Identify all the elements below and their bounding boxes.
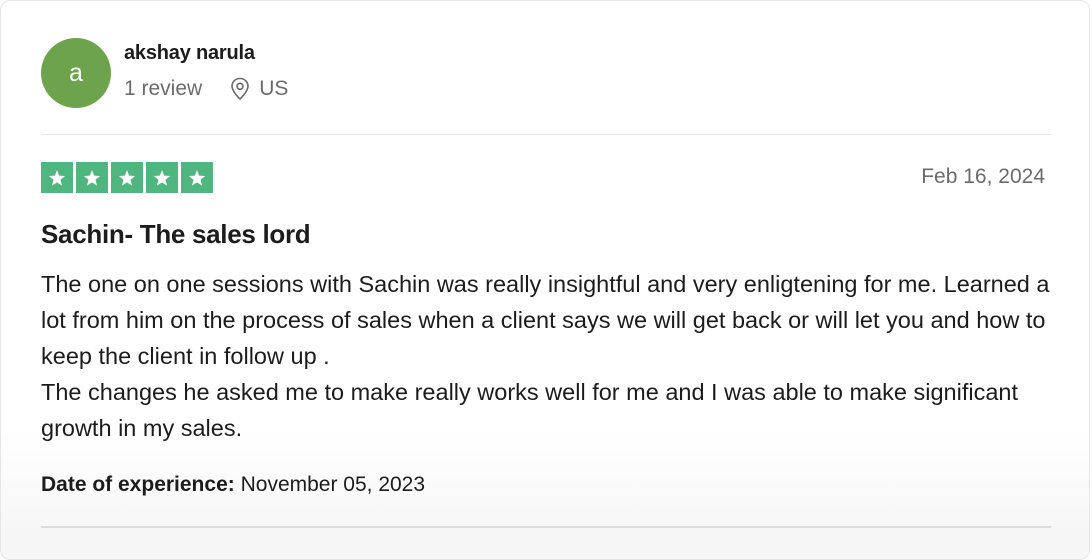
star-icon [76,162,108,193]
experience-label: Date of experience: [41,473,235,496]
star-icon [41,162,73,193]
reviewer-name[interactable]: akshay narula [124,42,255,65]
avatar[interactable]: a [41,38,111,108]
review-body: The one on one sessions with Sachin was … [41,266,1061,446]
experience-date: November 05, 2023 [240,473,426,496]
divider [41,526,1051,528]
avatar-initial: a [69,58,83,87]
reviewer-meta: 1 review US [124,77,288,101]
divider [41,134,1051,135]
location-pin-icon [230,77,250,101]
date-of-experience: Date of experience: November 05, 2023 [41,473,425,497]
review-paragraph: The one on one sessions with Sachin was … [41,271,1050,369]
review-date: Feb 16, 2024 [921,165,1045,188]
star-icon [181,162,213,193]
review-card: a akshay narula 1 review US Feb 16, 2024… [0,0,1090,560]
review-paragraph: The changes he asked me to make really w… [41,379,1019,441]
review-count: 1 review [124,77,203,100]
star-icon [111,162,143,193]
reviewer-country: US [259,77,289,100]
review-title[interactable]: Sachin- The sales lord [41,219,311,250]
star-rating [41,162,213,193]
star-icon [146,162,178,193]
